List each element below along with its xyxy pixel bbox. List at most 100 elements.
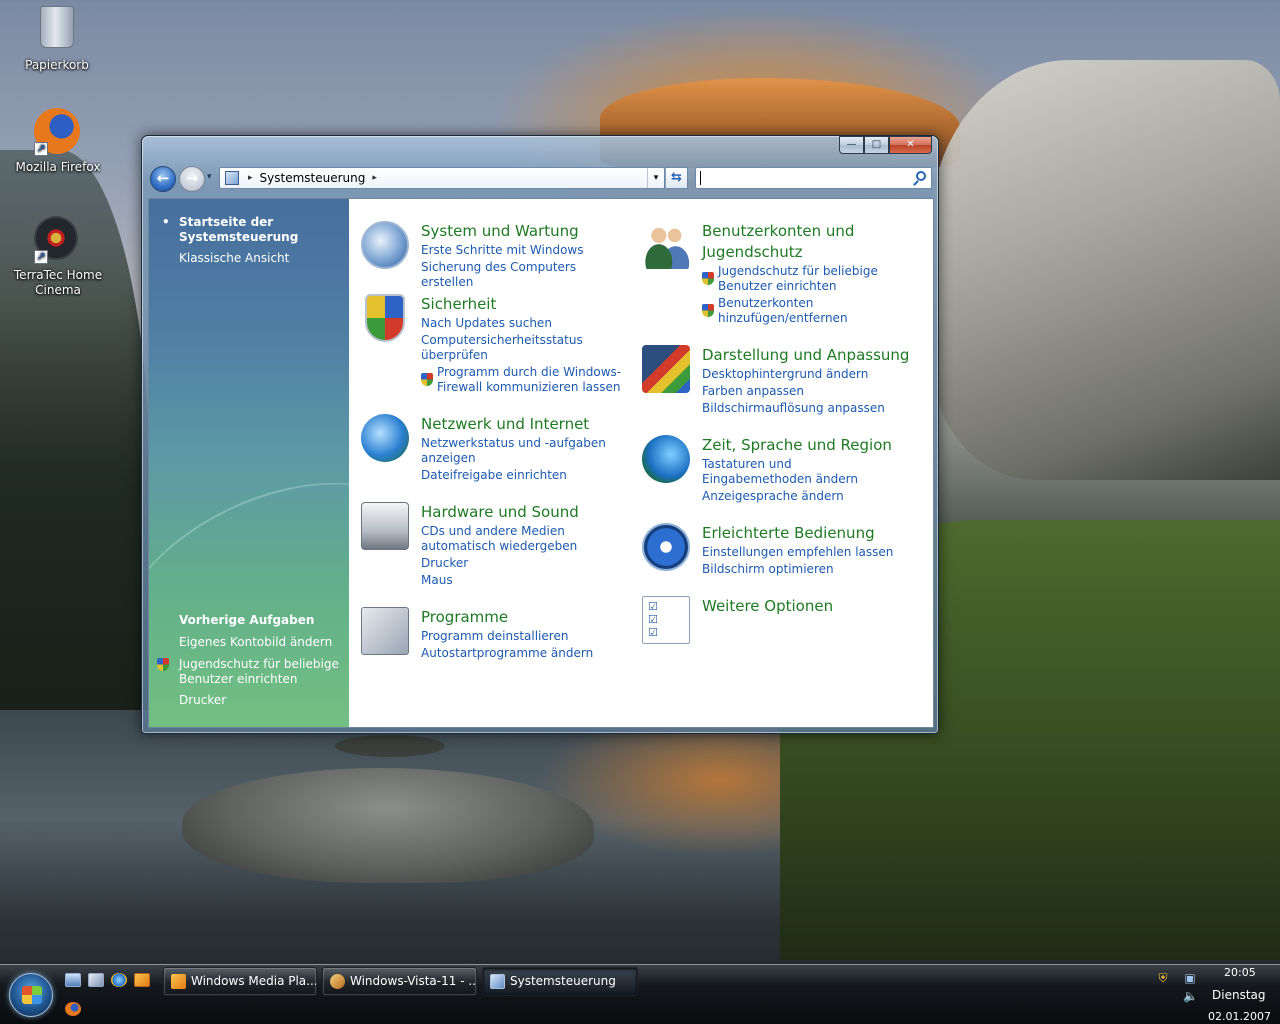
category-title[interactable]: Benutzerkonten und Jugendschutz xyxy=(702,221,902,263)
close-button[interactable]: ✕ xyxy=(889,136,932,154)
category-security: Sicherheit Nach Updates suchen Computers… xyxy=(361,294,631,404)
recent-pages-dropdown[interactable]: ▾ xyxy=(207,172,212,182)
switch-windows-icon[interactable] xyxy=(88,973,104,987)
network-icon[interactable]: ▣ xyxy=(1183,971,1197,985)
category-link[interactable]: Farben anpassen xyxy=(702,384,885,399)
category-link[interactable]: Netzwerkstatus und -aufgaben anzeigen xyxy=(421,436,621,466)
control-panel-home-link[interactable]: Startseite der Systemsteuerung xyxy=(162,215,329,245)
volume-icon[interactable]: 🔈 xyxy=(1183,989,1198,1003)
system-maintenance-icon[interactable] xyxy=(361,221,409,269)
category-link[interactable]: Maus xyxy=(421,573,631,588)
category-link[interactable]: Bildschirmauflösung anpassen xyxy=(702,401,885,416)
desktop-icon-terratec[interactable]: ↗ TerraTec Home Cinema xyxy=(13,216,103,298)
taskbar-button-control-panel[interactable]: Systemsteuerung xyxy=(482,967,638,996)
category-link[interactable]: Sicherung des Computers erstellen xyxy=(421,260,631,290)
desktop-icon-recycle-bin[interactable]: Papierkorb xyxy=(12,2,102,73)
rock-cliff xyxy=(930,60,1280,480)
network-globe-icon[interactable] xyxy=(361,414,409,462)
category-title[interactable]: System und Wartung xyxy=(421,221,579,242)
desktop-icon-label: Papierkorb xyxy=(25,58,89,72)
taskbar-button-label: Systemsteuerung xyxy=(510,974,616,988)
category-link[interactable]: Computersicherheitsstatus überprüfen xyxy=(421,333,631,363)
category-link[interactable]: Dateifreigabe einrichten xyxy=(421,468,621,483)
clock-time[interactable]: 20:05 xyxy=(1224,966,1256,979)
category-title[interactable]: Programme xyxy=(421,607,508,628)
category-title[interactable]: Sicherheit xyxy=(421,294,496,315)
taskbar-button-browser[interactable]: Windows-Vista-11 - ... xyxy=(322,967,477,996)
breadcrumb-separator[interactable]: ▸ xyxy=(372,173,377,183)
clock-globe-icon[interactable] xyxy=(642,435,690,483)
category-title[interactable]: Weitere Optionen xyxy=(702,596,833,617)
system-tray: ⛨ ▣ 🔈 20:05 Dienstag 02.01.2007 xyxy=(1150,965,1280,1024)
category-link[interactable]: Nach Updates suchen xyxy=(421,316,631,331)
category-link[interactable]: Drucker xyxy=(421,556,631,571)
firefox-icon[interactable] xyxy=(65,1002,81,1016)
minimize-button[interactable]: — xyxy=(839,136,864,154)
address-bar[interactable]: ▸ Systemsteuerung ▸ ▾ xyxy=(219,167,665,189)
category-link[interactable]: Tastaturen und Eingabemethoden ändern xyxy=(702,457,897,487)
shortcut-arrow-icon: ↗ xyxy=(34,250,48,264)
category-link[interactable]: Erste Schritte mit Windows xyxy=(421,243,631,258)
show-desktop-icon[interactable] xyxy=(65,973,81,987)
back-button[interactable]: ← xyxy=(150,166,176,192)
classic-view-link[interactable]: Klassische Ansicht xyxy=(179,251,289,265)
category-title[interactable]: Hardware und Sound xyxy=(421,502,579,523)
category-link[interactable]: Programm deinstallieren xyxy=(421,629,593,644)
category-link[interactable]: Desktophintergrund ändern xyxy=(702,367,885,382)
category-title[interactable]: Netzwerk und Internet xyxy=(421,414,589,435)
uac-shield-icon xyxy=(702,272,714,285)
programs-icon[interactable] xyxy=(361,607,409,655)
lake-rock xyxy=(182,768,594,883)
category-system-maintenance: System und Wartung Erste Schritte mit Wi… xyxy=(361,221,631,289)
content-area: Startseite der Systemsteuerung Klassisch… xyxy=(148,198,934,728)
desktop-icon-firefox[interactable]: ↗ Mozilla Firefox xyxy=(13,108,103,175)
clock-date[interactable]: 02.01.2007 xyxy=(1208,1010,1271,1023)
category-title[interactable]: Erleichterte Bedienung xyxy=(702,523,875,544)
refresh-button[interactable]: ⇆ xyxy=(666,167,688,189)
category-link-label: Benutzerkonten hinzufügen/entfernen xyxy=(718,296,848,325)
category-ease-of-access: Erleichterte Bedienung Einstellungen emp… xyxy=(642,523,922,583)
category-link[interactable]: Anzeigesprache ändern xyxy=(702,489,897,504)
appearance-icon[interactable] xyxy=(642,345,690,393)
breadcrumb-systemsteuerung[interactable]: Systemsteuerung xyxy=(260,171,366,185)
recent-task-link[interactable]: Eigenes Kontobild ändern xyxy=(179,635,339,650)
internet-explorer-icon[interactable] xyxy=(111,973,127,987)
search-icon[interactable] xyxy=(916,171,926,181)
maximize-button[interactable]: □ xyxy=(864,136,889,154)
ease-of-access-icon[interactable] xyxy=(642,523,690,571)
category-link[interactable]: Autostartprogramme ändern xyxy=(421,646,593,661)
user-accounts-icon[interactable] xyxy=(642,221,690,269)
recent-task-link[interactable]: Drucker xyxy=(179,693,339,708)
checklist-icon[interactable] xyxy=(642,596,690,644)
clock-day[interactable]: Dienstag xyxy=(1212,988,1266,1002)
firefox-icon: ↗ xyxy=(34,108,82,156)
breadcrumb-separator[interactable]: ▸ xyxy=(248,173,253,183)
category-title[interactable]: Zeit, Sprache und Region xyxy=(702,435,892,456)
taskbar-button-label: Windows Media Pla... xyxy=(191,974,317,988)
security-shield-icon[interactable] xyxy=(365,294,405,342)
forward-button[interactable]: → xyxy=(179,166,205,192)
security-alert-shield-icon[interactable]: ⛨ xyxy=(1156,971,1170,985)
category-link[interactable]: Einstellungen empfehlen lassen xyxy=(702,545,893,560)
media-player-icon[interactable] xyxy=(134,973,150,987)
category-link[interactable]: Bildschirm optimieren xyxy=(702,562,893,577)
search-input[interactable] xyxy=(695,167,932,189)
uac-shield-icon xyxy=(157,658,169,671)
category-link[interactable]: CDs und andere Medien automatisch wieder… xyxy=(421,524,631,554)
category-appearance: Darstellung und Anpassung Desktophinterg… xyxy=(642,345,922,415)
category-network-internet: Netzwerk und Internet Netzwerkstatus und… xyxy=(361,414,631,484)
recent-task-link[interactable]: Jugendschutz für beliebige Benutzer einr… xyxy=(157,657,339,687)
printer-icon[interactable] xyxy=(361,502,409,550)
category-link[interactable]: Programm durch die Windows-Firewall komm… xyxy=(421,365,631,395)
category-link[interactable]: Benutzerkonten hinzufügen/entfernen xyxy=(702,296,852,326)
category-link[interactable]: Jugendschutz für beliebige Benutzer einr… xyxy=(702,264,914,294)
taskbar-button-media-player[interactable]: Windows Media Pla... xyxy=(163,967,317,996)
recycle-bin-icon xyxy=(33,6,81,54)
control-panel-icon xyxy=(225,171,239,185)
category-title[interactable]: Darstellung und Anpassung xyxy=(702,345,909,366)
start-button[interactable] xyxy=(9,973,53,1017)
navigation-bar: ← → ▾ ▸ Systemsteuerung ▸ ▾ ⇆ xyxy=(150,166,932,192)
category-user-accounts: Benutzerkonten und Jugendschutz Jugendsc… xyxy=(642,221,922,331)
browser-window-icon xyxy=(330,974,345,989)
address-dropdown-button[interactable]: ▾ xyxy=(647,168,664,188)
